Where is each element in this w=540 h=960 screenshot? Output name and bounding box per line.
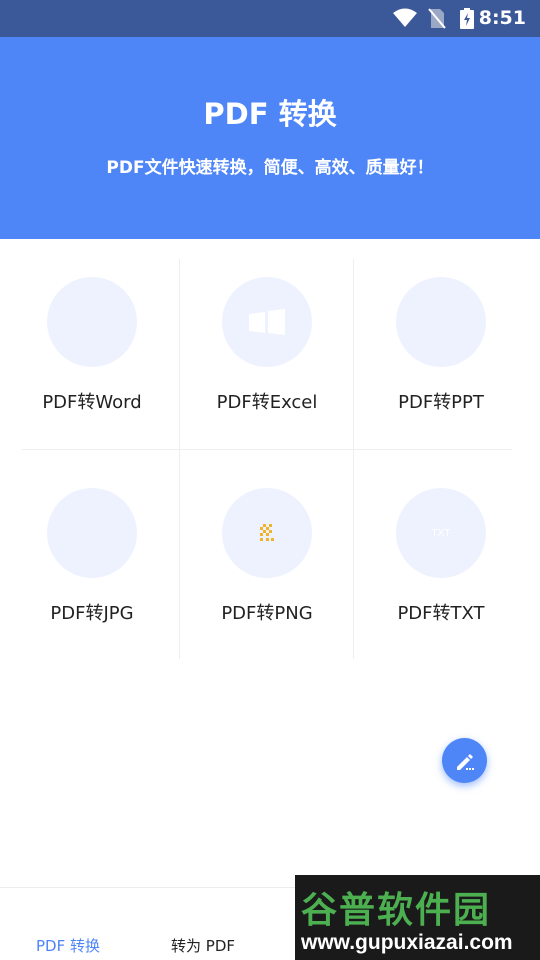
tool-grid: PDF转Word PDF转Excel PDF转PPT PDF转JPG PDF转P… [0, 239, 540, 659]
watermark-url: www.gupuxiazai.com [301, 931, 513, 954]
tool-label: PDF转Word [42, 392, 142, 413]
status-time: 8:51 [478, 7, 526, 29]
word-icon [47, 277, 137, 367]
jpg-icon [47, 488, 137, 578]
battery-charging-icon [460, 8, 474, 29]
txt-icon: TXT [396, 488, 486, 578]
excel-icon [222, 277, 312, 367]
tool-label: PDF转JPG [50, 603, 134, 624]
tool-pdf-to-ppt[interactable]: PDF转PPT [354, 239, 528, 449]
tool-label: PDF转PNG [221, 603, 313, 624]
watermark-title: 谷普软件园 [301, 890, 492, 931]
tool-pdf-to-excel[interactable]: PDF转Excel [180, 239, 354, 449]
header-banner: PDF 转换 PDF文件快速转换，简便、高效、质量好！ [0, 37, 540, 239]
wifi-icon [393, 8, 417, 27]
tool-pdf-to-jpg[interactable]: PDF转JPG [5, 450, 179, 660]
page-subtitle: PDF文件快速转换，简便、高效、质量好！ [106, 158, 434, 178]
tool-label: PDF转Excel [216, 392, 318, 413]
txt-icon-text: TXT [431, 527, 451, 539]
status-bar: 8:51 [0, 0, 540, 37]
no-sim-icon [428, 8, 446, 29]
tool-pdf-to-txt[interactable]: TXT PDF转TXT [354, 450, 528, 660]
edit-fab-button[interactable] [442, 738, 487, 783]
tool-label: PDF转PPT [398, 392, 484, 413]
watermark-logo: 谷普软件园 www.gupuxiazai.com [295, 875, 540, 960]
tab-pdf-convert[interactable]: PDF 转换 [36, 935, 100, 956]
tool-pdf-to-png[interactable]: PDF转PNG [180, 450, 354, 660]
tool-pdf-to-word[interactable]: PDF转Word [5, 239, 179, 449]
tool-label: PDF转TXT [397, 603, 485, 624]
pencil-icon [456, 753, 474, 770]
page-title: PDF 转换 [203, 97, 337, 131]
tab-to-pdf[interactable]: 转为 PDF [171, 935, 235, 956]
png-icon [222, 488, 312, 578]
ppt-icon [396, 277, 486, 367]
